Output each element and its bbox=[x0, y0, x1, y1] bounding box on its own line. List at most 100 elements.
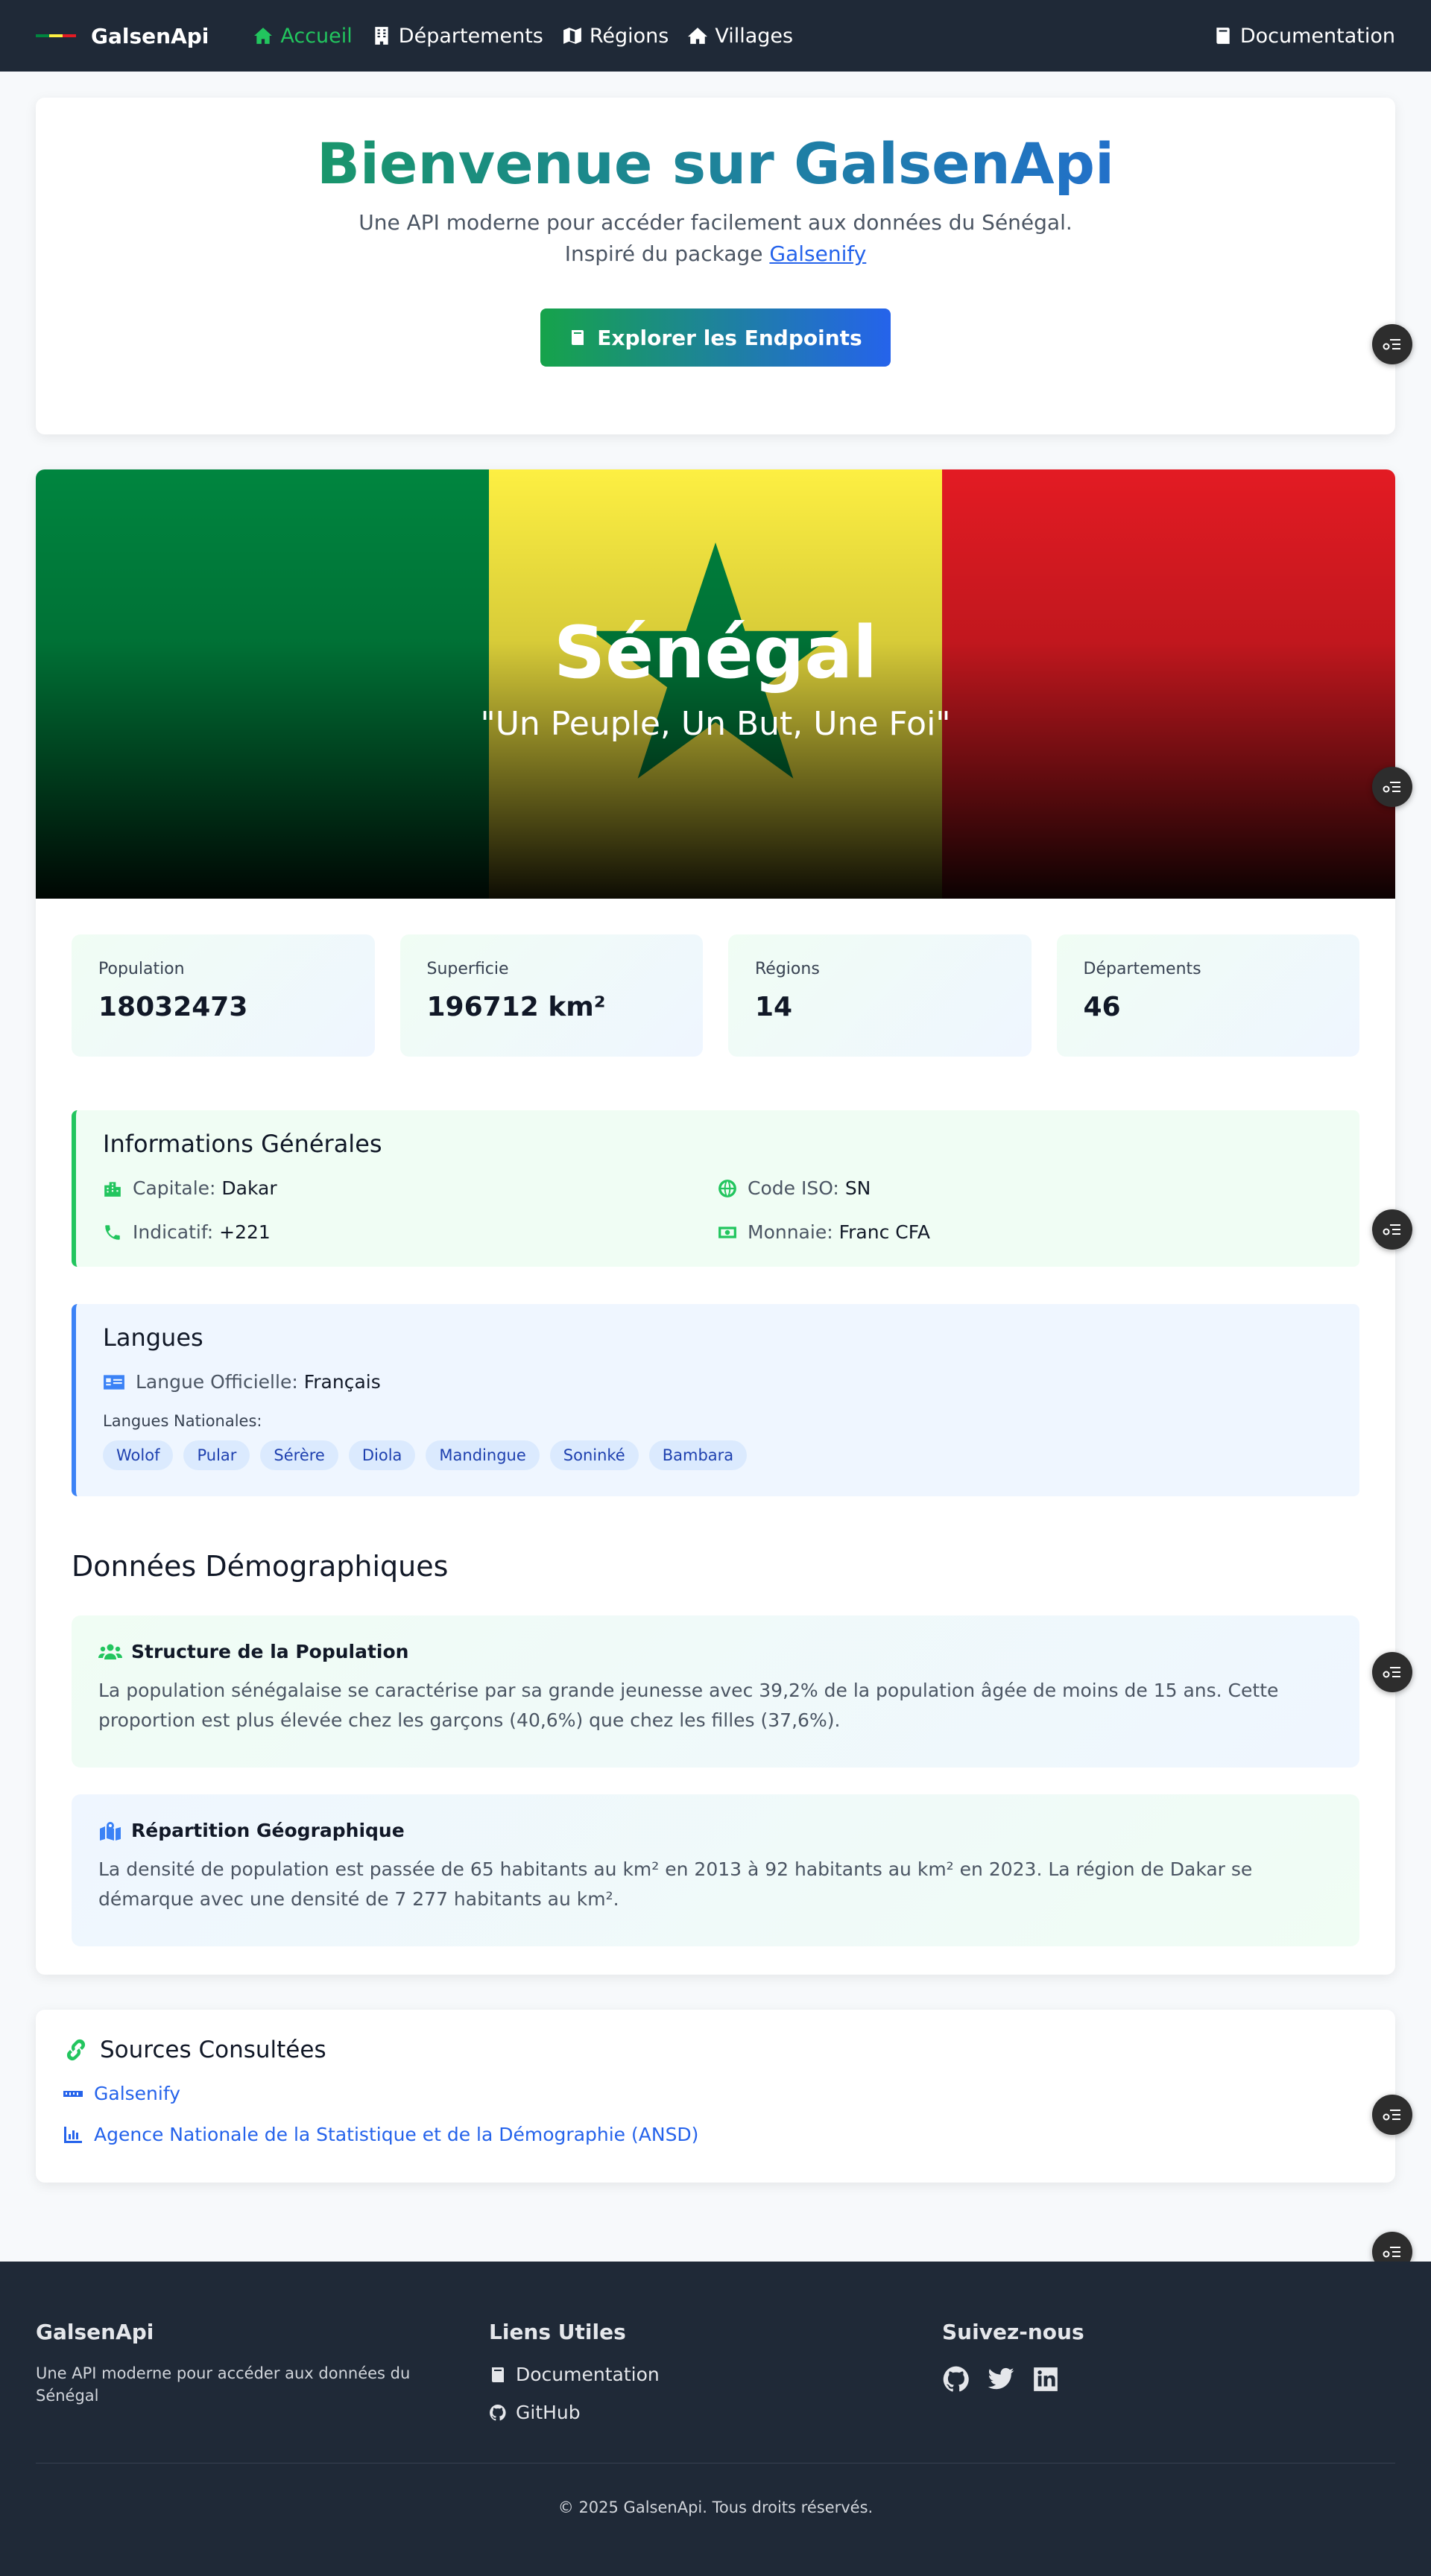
dial-code-label: Indicatif: bbox=[133, 1221, 214, 1243]
money-icon bbox=[718, 1226, 736, 1238]
info-currency: Monnaie: Franc CFA bbox=[718, 1221, 1333, 1243]
footer-link-label: Documentation bbox=[516, 2364, 660, 2385]
top-nav: GalsenApi Accueil Départements Régions V… bbox=[0, 0, 1431, 72]
users-icon bbox=[98, 1644, 122, 1659]
list-settings-icon bbox=[1383, 2247, 1400, 2258]
floating-menu-button[interactable] bbox=[1372, 324, 1412, 364]
info-iso: Code ISO: SN bbox=[718, 1177, 1333, 1199]
language-chip: Sérère bbox=[260, 1440, 338, 1470]
nav-links: Accueil Départements Régions Villages bbox=[253, 25, 793, 48]
language-chip: Wolof bbox=[103, 1440, 174, 1470]
globe-icon bbox=[718, 1179, 736, 1197]
link-icon bbox=[66, 2039, 86, 2061]
footer-link-github[interactable]: GitHub bbox=[489, 2402, 942, 2423]
floating-menu-button[interactable] bbox=[1372, 1209, 1412, 1250]
official-language-label: Langue Officielle: bbox=[136, 1371, 298, 1393]
list-settings-icon bbox=[1383, 1667, 1400, 1678]
iso-label: Code ISO: bbox=[748, 1177, 839, 1199]
capital-label: Capitale: bbox=[133, 1177, 216, 1199]
footer-follow-title: Suivez-nous bbox=[942, 2320, 1084, 2344]
explore-endpoints-button[interactable]: Explorer les Endpoints bbox=[540, 308, 891, 367]
map-location-icon bbox=[100, 1821, 121, 1841]
nav-link-villages[interactable]: Villages bbox=[688, 25, 793, 48]
languages-title: Langues bbox=[103, 1323, 203, 1352]
country-card: Sénégal "Un Peuple, Un But, Une Foi" Pop… bbox=[36, 469, 1395, 1975]
iso-value: SN bbox=[844, 1177, 871, 1199]
capital-value: Dakar bbox=[221, 1177, 277, 1199]
dial-code-value: +221 bbox=[219, 1221, 271, 1243]
demographics-title: Données Démographiques bbox=[72, 1550, 449, 1583]
hero-card: Bienvenue sur GalsenApi Une API moderne … bbox=[36, 98, 1395, 434]
stat-label: Régions bbox=[755, 960, 820, 978]
list-settings-icon bbox=[1383, 2110, 1400, 2121]
sources-heading: Sources Consultées bbox=[63, 2037, 1368, 2063]
source-link-galsenify[interactable]: Galsenify bbox=[63, 2083, 1368, 2104]
github-icon[interactable] bbox=[942, 2365, 970, 2393]
sources-title: Sources Consultées bbox=[100, 2037, 326, 2063]
stat-label: Population bbox=[98, 960, 185, 978]
stat-label: Départements bbox=[1083, 960, 1201, 978]
language-chip: Bambara bbox=[648, 1440, 748, 1470]
footer-tagline: Une API moderne pour accéder aux données… bbox=[36, 2364, 411, 2405]
hero-title: Bienvenue sur GalsenApi bbox=[36, 130, 1395, 197]
stat-value: 18032473 bbox=[98, 992, 248, 1022]
list-settings-icon bbox=[1383, 782, 1400, 793]
language-chip: Mandingue bbox=[426, 1440, 540, 1470]
twitter-icon[interactable] bbox=[987, 2365, 1015, 2393]
footer-links-title: Liens Utiles bbox=[489, 2320, 626, 2344]
city-icon bbox=[104, 1181, 121, 1197]
footer-link-label: GitHub bbox=[516, 2402, 581, 2423]
nav-link-documentation[interactable]: Documentation bbox=[1213, 25, 1395, 48]
nav-link-label: Villages bbox=[715, 24, 794, 48]
national-languages-label: Langues Nationales: bbox=[103, 1412, 262, 1430]
ruler-icon bbox=[63, 2090, 83, 2097]
hero-subtitle: Une API moderne pour accéder facilement … bbox=[36, 207, 1395, 270]
population-structure-card: Structure de la Population La population… bbox=[72, 1615, 1359, 1768]
nav-link-label: Accueil bbox=[280, 24, 353, 48]
floating-menu-button[interactable] bbox=[1372, 767, 1412, 807]
stat-departments: Départements 46 bbox=[1056, 934, 1359, 1057]
logo-icon bbox=[36, 28, 78, 44]
book-icon bbox=[492, 2367, 504, 2382]
book-icon bbox=[1216, 28, 1230, 44]
structure-title: Structure de la Population bbox=[131, 1641, 409, 1662]
nav-link-regions[interactable]: Régions bbox=[563, 25, 669, 48]
brand[interactable]: GalsenApi bbox=[36, 24, 209, 48]
geo-title: Répartition Géographique bbox=[131, 1820, 405, 1841]
languages-panel: Langues Langue Officielle: Français Lang… bbox=[72, 1304, 1359, 1496]
footer-links: Liens Utiles Documentation GitHub bbox=[489, 2320, 942, 2423]
floating-menu-button[interactable] bbox=[1372, 2095, 1412, 2135]
book-icon bbox=[572, 330, 584, 345]
nav-link-label: Régions bbox=[589, 24, 669, 48]
map-icon bbox=[563, 28, 581, 44]
floating-menu-button[interactable] bbox=[1372, 1652, 1412, 1692]
info-capital: Capitale: Dakar bbox=[103, 1177, 718, 1199]
linkedin-icon[interactable] bbox=[1032, 2365, 1060, 2393]
national-languages-list: Wolof Pular Sérère Diola Mandingue Sonin… bbox=[103, 1440, 1333, 1470]
official-language: Langue Officielle: Français bbox=[103, 1371, 1333, 1393]
footer-brand: GalsenApi bbox=[36, 2320, 154, 2344]
copyright: © 2025 GalsenApi. Tous droits réservés. bbox=[557, 2499, 874, 2516]
stat-regions: Régions 14 bbox=[728, 934, 1032, 1057]
nav-link-label: Documentation bbox=[1239, 24, 1395, 48]
building-icon bbox=[375, 27, 388, 45]
general-info-panel: Informations Générales Capitale: Dakar C… bbox=[72, 1110, 1359, 1267]
github-icon bbox=[490, 2404, 506, 2420]
footer-link-documentation[interactable]: Documentation bbox=[489, 2364, 942, 2385]
id-card-icon bbox=[104, 1374, 124, 1390]
source-link-ansd[interactable]: Agence Nationale de la Statistique et de… bbox=[63, 2124, 1368, 2145]
stats-row: Population 18032473 Superficie 196712 km… bbox=[36, 899, 1395, 1057]
stat-area: Superficie 196712 km² bbox=[399, 934, 703, 1057]
source-label: Agence Nationale de la Statistique et de… bbox=[94, 2124, 699, 2145]
house-icon bbox=[688, 28, 708, 44]
hero-inspired-text: Inspiré du package bbox=[564, 241, 763, 266]
galsenify-link[interactable]: Galsenify bbox=[769, 241, 866, 266]
official-language-value: Français bbox=[303, 1371, 381, 1393]
flag-text: Sénégal "Un Peuple, Un But, Une Foi" bbox=[36, 611, 1395, 743]
nav-link-departements[interactable]: Départements bbox=[372, 25, 543, 48]
language-chip: Pular bbox=[183, 1440, 250, 1470]
info-dial-code: Indicatif: +221 bbox=[103, 1221, 718, 1243]
country-motto: "Un Peuple, Un But, Une Foi" bbox=[480, 705, 951, 743]
nav-link-accueil[interactable]: Accueil bbox=[253, 24, 353, 48]
nav-link-label: Départements bbox=[398, 24, 543, 48]
